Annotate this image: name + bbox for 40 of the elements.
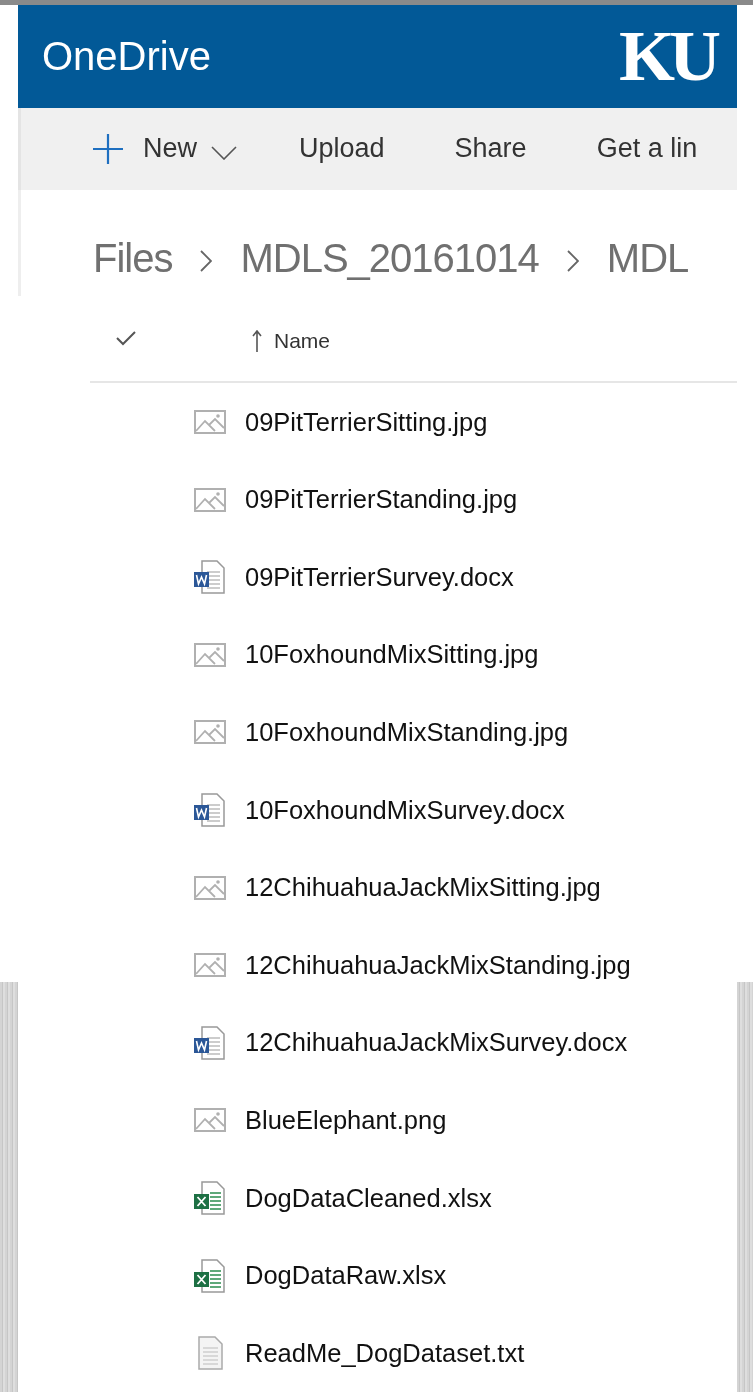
image-file-icon [194, 875, 226, 900]
file-name[interactable]: 12ChihuahuaJackMixSitting.jpg [245, 873, 601, 903]
word-document-icon [194, 1025, 226, 1060]
breadcrumb-link[interactable]: Files [93, 235, 173, 281]
breadcrumb-link[interactable]: MDL [606, 235, 689, 281]
file-name[interactable]: 09PitTerrierSitting.jpg [245, 407, 488, 437]
file-name[interactable]: 09PitTerrierStanding.jpg [245, 485, 518, 515]
file-name[interactable]: 12ChihuahuaJackMixSurvey.docx [245, 1028, 628, 1058]
breadcrumb-link[interactable]: MDLS_20161014 [240, 235, 539, 281]
toolbar-button[interactable]: Upload [299, 133, 385, 165]
spreadsheet-icon [194, 1181, 226, 1215]
chevron-right-icon [200, 250, 213, 273]
logo: KU [619, 14, 715, 98]
file-name[interactable]: DogDataRaw.xlsx [245, 1261, 447, 1291]
word-document-icon [194, 560, 226, 595]
toolbar-button[interactable]: Share [454, 133, 527, 165]
app-title: OneDrive [42, 33, 211, 79]
image-file-icon [194, 410, 226, 435]
file-name[interactable]: 10FoxhoundMixSitting.jpg [245, 640, 539, 670]
column-header[interactable]: Name [252, 329, 331, 354]
new-button[interactable]: New [93, 133, 237, 165]
file-name[interactable]: 10FoxhoundMixStanding.jpg [245, 717, 569, 747]
file-name[interactable]: 09PitTerrierSurvey.docx [245, 562, 514, 592]
spreadsheet-icon [194, 1258, 226, 1293]
image-file-icon [194, 642, 226, 667]
file-name[interactable]: 12ChihuahuaJackMixStanding.jpg [245, 950, 631, 980]
image-file-icon [194, 953, 226, 978]
checkmark-icon[interactable] [116, 330, 136, 347]
chevron-down-icon [211, 145, 237, 160]
file-name[interactable]: 10FoxhoundMixSurvey.docx [245, 795, 565, 825]
plus-icon [93, 133, 123, 164]
file-name[interactable]: DogDataCleaned.xlsx [245, 1183, 492, 1213]
toolbar-button[interactable]: Get a lin [596, 133, 698, 165]
chevron-right-icon [566, 250, 579, 273]
image-file-icon [194, 487, 226, 512]
file-name[interactable]: ReadMe_DogDataset.txt [245, 1338, 525, 1368]
word-document-icon [194, 793, 226, 828]
image-file-icon [194, 1108, 226, 1133]
image-file-icon [194, 720, 226, 745]
file-name[interactable]: BlueElephant.png [245, 1105, 447, 1135]
